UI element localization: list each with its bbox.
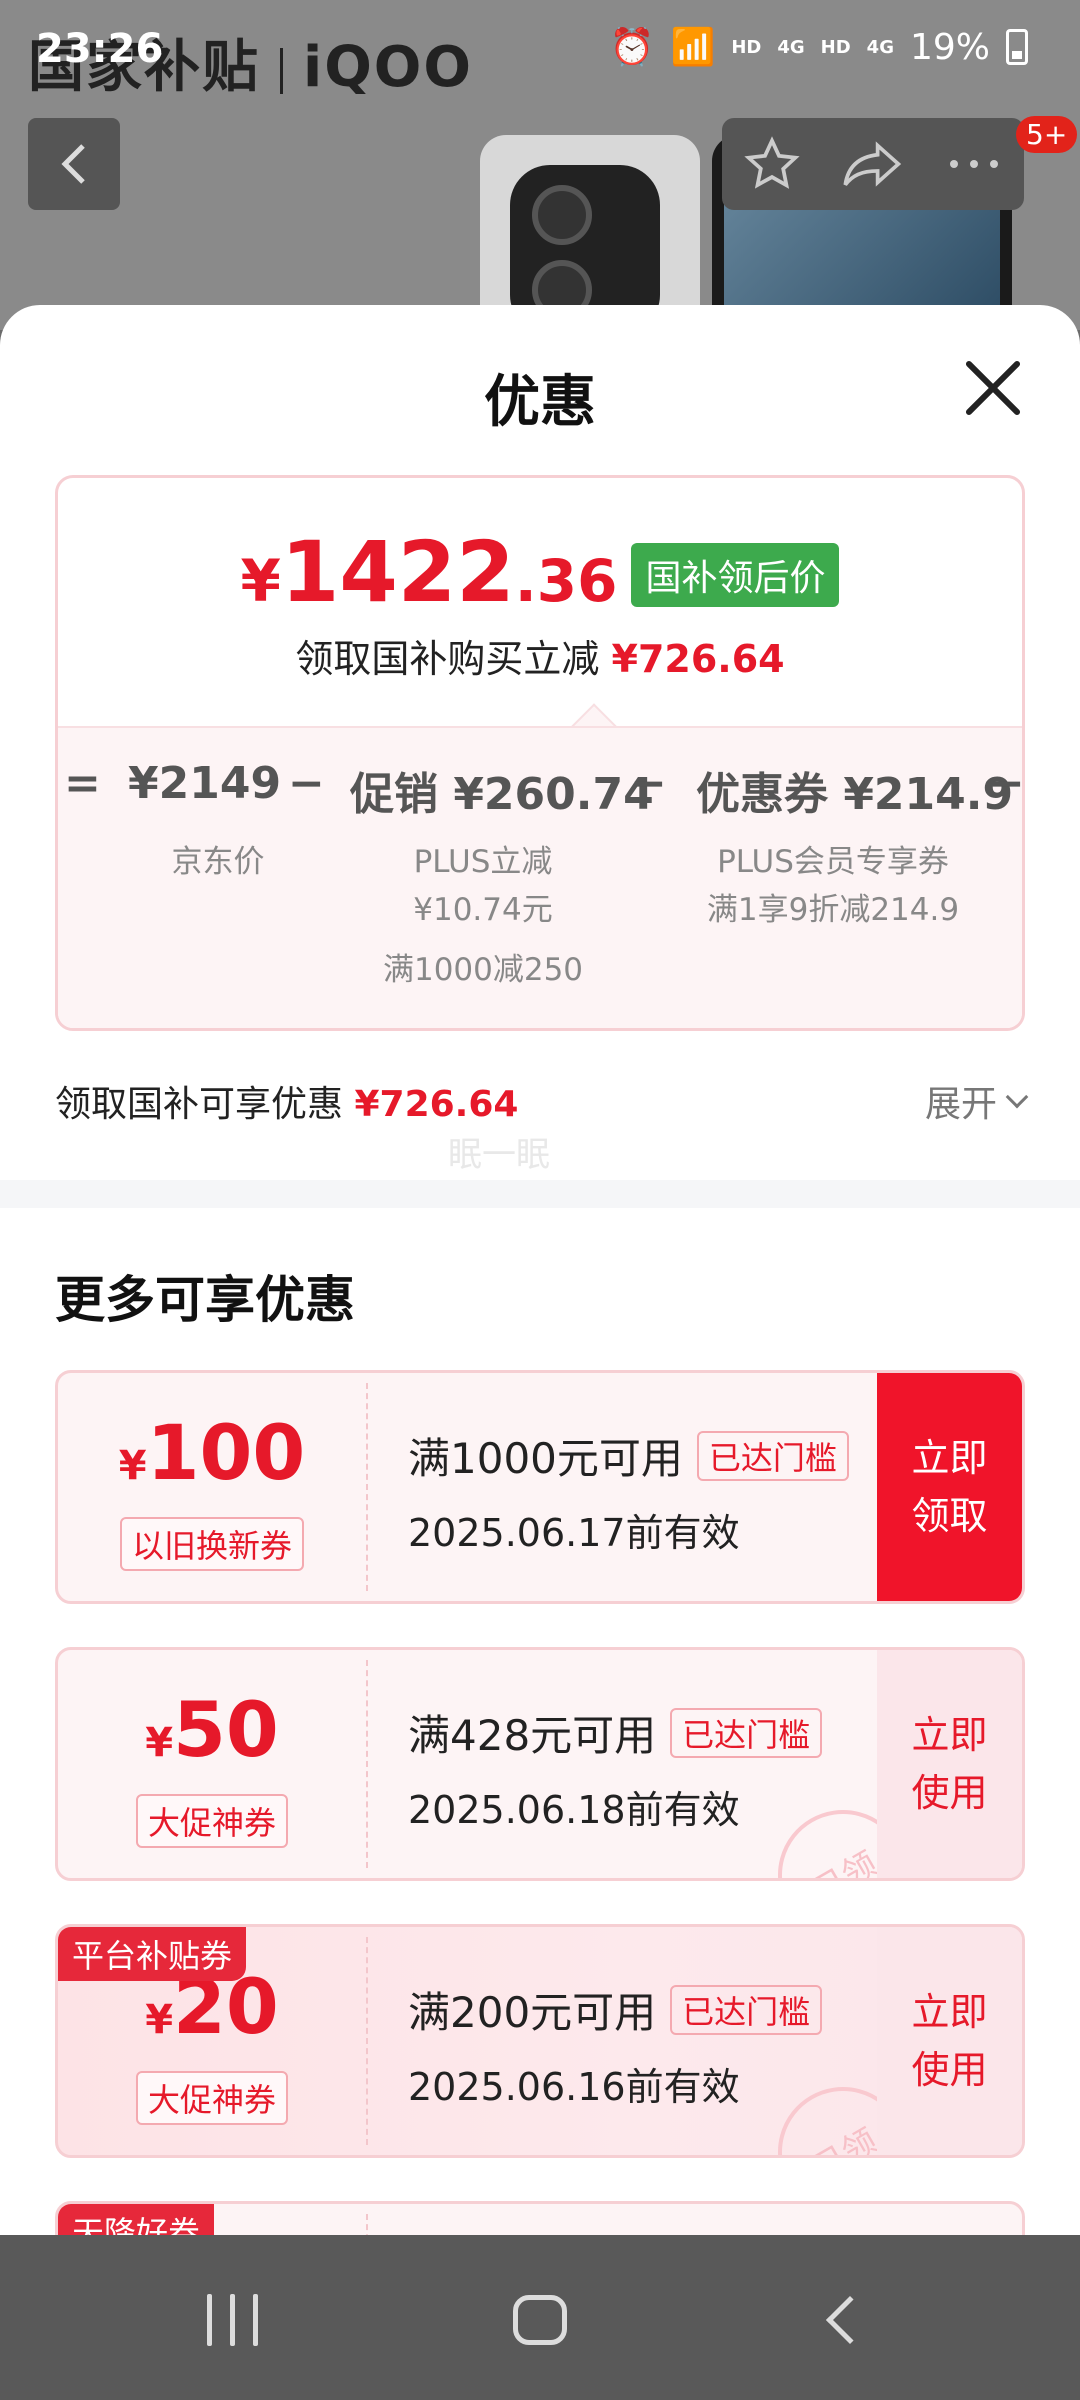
back-arrow-icon	[61, 144, 85, 184]
price-breakdown-card: ¥1422.36 国补领后价 领取国补购买立减 ¥726.64 = ¥2149 …	[55, 475, 1025, 1031]
threshold-badge: 已达门槛	[696, 1430, 849, 1481]
expand-button[interactable]: 展开	[924, 1075, 1029, 1127]
price-calculation: = ¥2149 − 促销 ¥260.74 − 优惠券 ¥214.9 − 京东价 …	[58, 726, 1025, 1028]
system-nav-bar	[0, 2235, 1080, 2400]
coupon-card: ¥50 大促神券 满428元可用 已达门槛 2025.06.18前有效 已领 立即…	[55, 1647, 1025, 1881]
promo-sub-2: ¥10.74元	[413, 892, 553, 928]
coupon-card: ¥100 以旧换新券 满1000元可用 已达门槛 2025.06.17前有效 立即…	[55, 1370, 1025, 1604]
claim-coupon-button[interactable]: 立即领取	[877, 1373, 1022, 1601]
coupon-validity: 2025.06.16前有效	[408, 2065, 740, 2109]
summary-amount: ¥726.64	[354, 1084, 519, 1125]
coupon-card: ¥20 大促神券 平台补贴券 满200元可用 已达门槛 2025.06.16前有效…	[55, 1924, 1025, 2158]
minus-sign: −	[630, 758, 667, 809]
coupon-sub-2: 满1享9折减214.9	[706, 892, 960, 928]
promo-sub-1: PLUS立减	[413, 844, 553, 880]
status-time: 23:26	[36, 26, 164, 72]
coupon-amount: ¥100	[118, 1408, 306, 1497]
net-label-3: HD	[820, 36, 851, 58]
coupon-kind: 大促神券	[135, 2071, 289, 2125]
battery-icon	[1006, 29, 1028, 65]
net-label-4: 4G	[866, 36, 894, 58]
recent-apps-icon[interactable]	[192, 2285, 272, 2355]
minus-sign: −	[988, 758, 1025, 809]
page-back-button[interactable]	[28, 118, 120, 210]
star-icon[interactable]	[744, 136, 800, 192]
home-icon[interactable]	[500, 2285, 580, 2355]
share-icon[interactable]	[843, 136, 903, 192]
minus-sign: −	[288, 758, 325, 809]
equals-sign: =	[64, 758, 101, 809]
promo-sub-3: 满1000减250	[382, 952, 584, 988]
sheet-header: 优惠	[0, 305, 1080, 475]
status-bar: 23:26 ⏰ 📶 HD 4G HD 4G 19%	[0, 0, 1080, 100]
status-icons: ⏰ 📶 HD 4G HD 4G 19%	[610, 26, 1028, 68]
subsidy-summary: 领取国补可享优惠 ¥726.64	[55, 1084, 519, 1125]
final-price-tag: 国补领后价	[631, 543, 840, 607]
more-discounts-title: 更多可享优惠	[55, 1271, 355, 1329]
coupon-validity: 2025.06.18前有效	[408, 1788, 740, 1832]
coupon-condition: 满1000元可用	[408, 1434, 683, 1483]
discount-sheet: 优惠 ¥1422.36 国补领后价 领取国补购买立减 ¥726.64 = ¥21…	[0, 305, 1080, 2235]
coupon-amount: 优惠券 ¥214.9	[696, 769, 1014, 820]
net-label-2: 4G	[777, 36, 805, 58]
coupon-card: 天降好券	[55, 2201, 1025, 2235]
subsidy-line: 领取国补购买立减 ¥726.64	[295, 637, 785, 681]
watermark-text: 眠一眠	[448, 1135, 550, 1175]
coupon-amount: ¥50	[145, 1685, 279, 1774]
battery-percent: 19%	[909, 26, 990, 68]
back-icon[interactable]	[810, 2285, 890, 2355]
jd-price-label: 京东价	[171, 844, 265, 880]
use-coupon-button[interactable]: 立即使用	[877, 1650, 1022, 1878]
sheet-title: 优惠	[484, 370, 596, 435]
promo-amount: 促销 ¥260.74	[350, 769, 654, 820]
jd-price: ¥2149	[128, 758, 282, 809]
alarm-icon: ⏰	[609, 27, 655, 68]
expand-label: 展开	[924, 1084, 997, 1125]
threshold-badge: 已达门槛	[670, 1984, 823, 2035]
use-coupon-button[interactable]: 立即使用	[877, 1927, 1022, 2155]
threshold-badge: 已达门槛	[670, 1707, 823, 1758]
coupon-corner-label: 天降好券	[58, 2204, 215, 2235]
coupon-corner-label: 平台补贴券	[58, 1927, 247, 1981]
final-price-section: ¥1422.36 国补领后价 领取国补购买立减 ¥726.64	[58, 478, 1022, 726]
section-divider	[0, 1180, 1080, 1208]
coupon-condition: 满200元可用	[408, 1988, 657, 2037]
coupon-kind: 大促神券	[135, 1794, 289, 1848]
coupon-condition: 满428元可用	[408, 1711, 657, 1760]
coupon-sub-1: PLUS会员专享券	[717, 844, 949, 880]
final-price: ¥1422.36	[240, 523, 618, 621]
coupon-kind: 以旧换新券	[119, 1517, 305, 1571]
chevron-down-icon	[1005, 1085, 1029, 1109]
subsidy-amount: ¥726.64	[611, 637, 785, 681]
more-icon[interactable]	[946, 154, 1002, 174]
wifi-icon: 📶	[670, 27, 716, 68]
net-label-1: HD	[731, 36, 762, 58]
cart-count-badge: 5+	[1016, 116, 1078, 153]
close-icon[interactable]	[962, 357, 1024, 419]
top-action-group	[722, 118, 1024, 210]
coupon-validity: 2025.06.17前有效	[408, 1511, 740, 1555]
